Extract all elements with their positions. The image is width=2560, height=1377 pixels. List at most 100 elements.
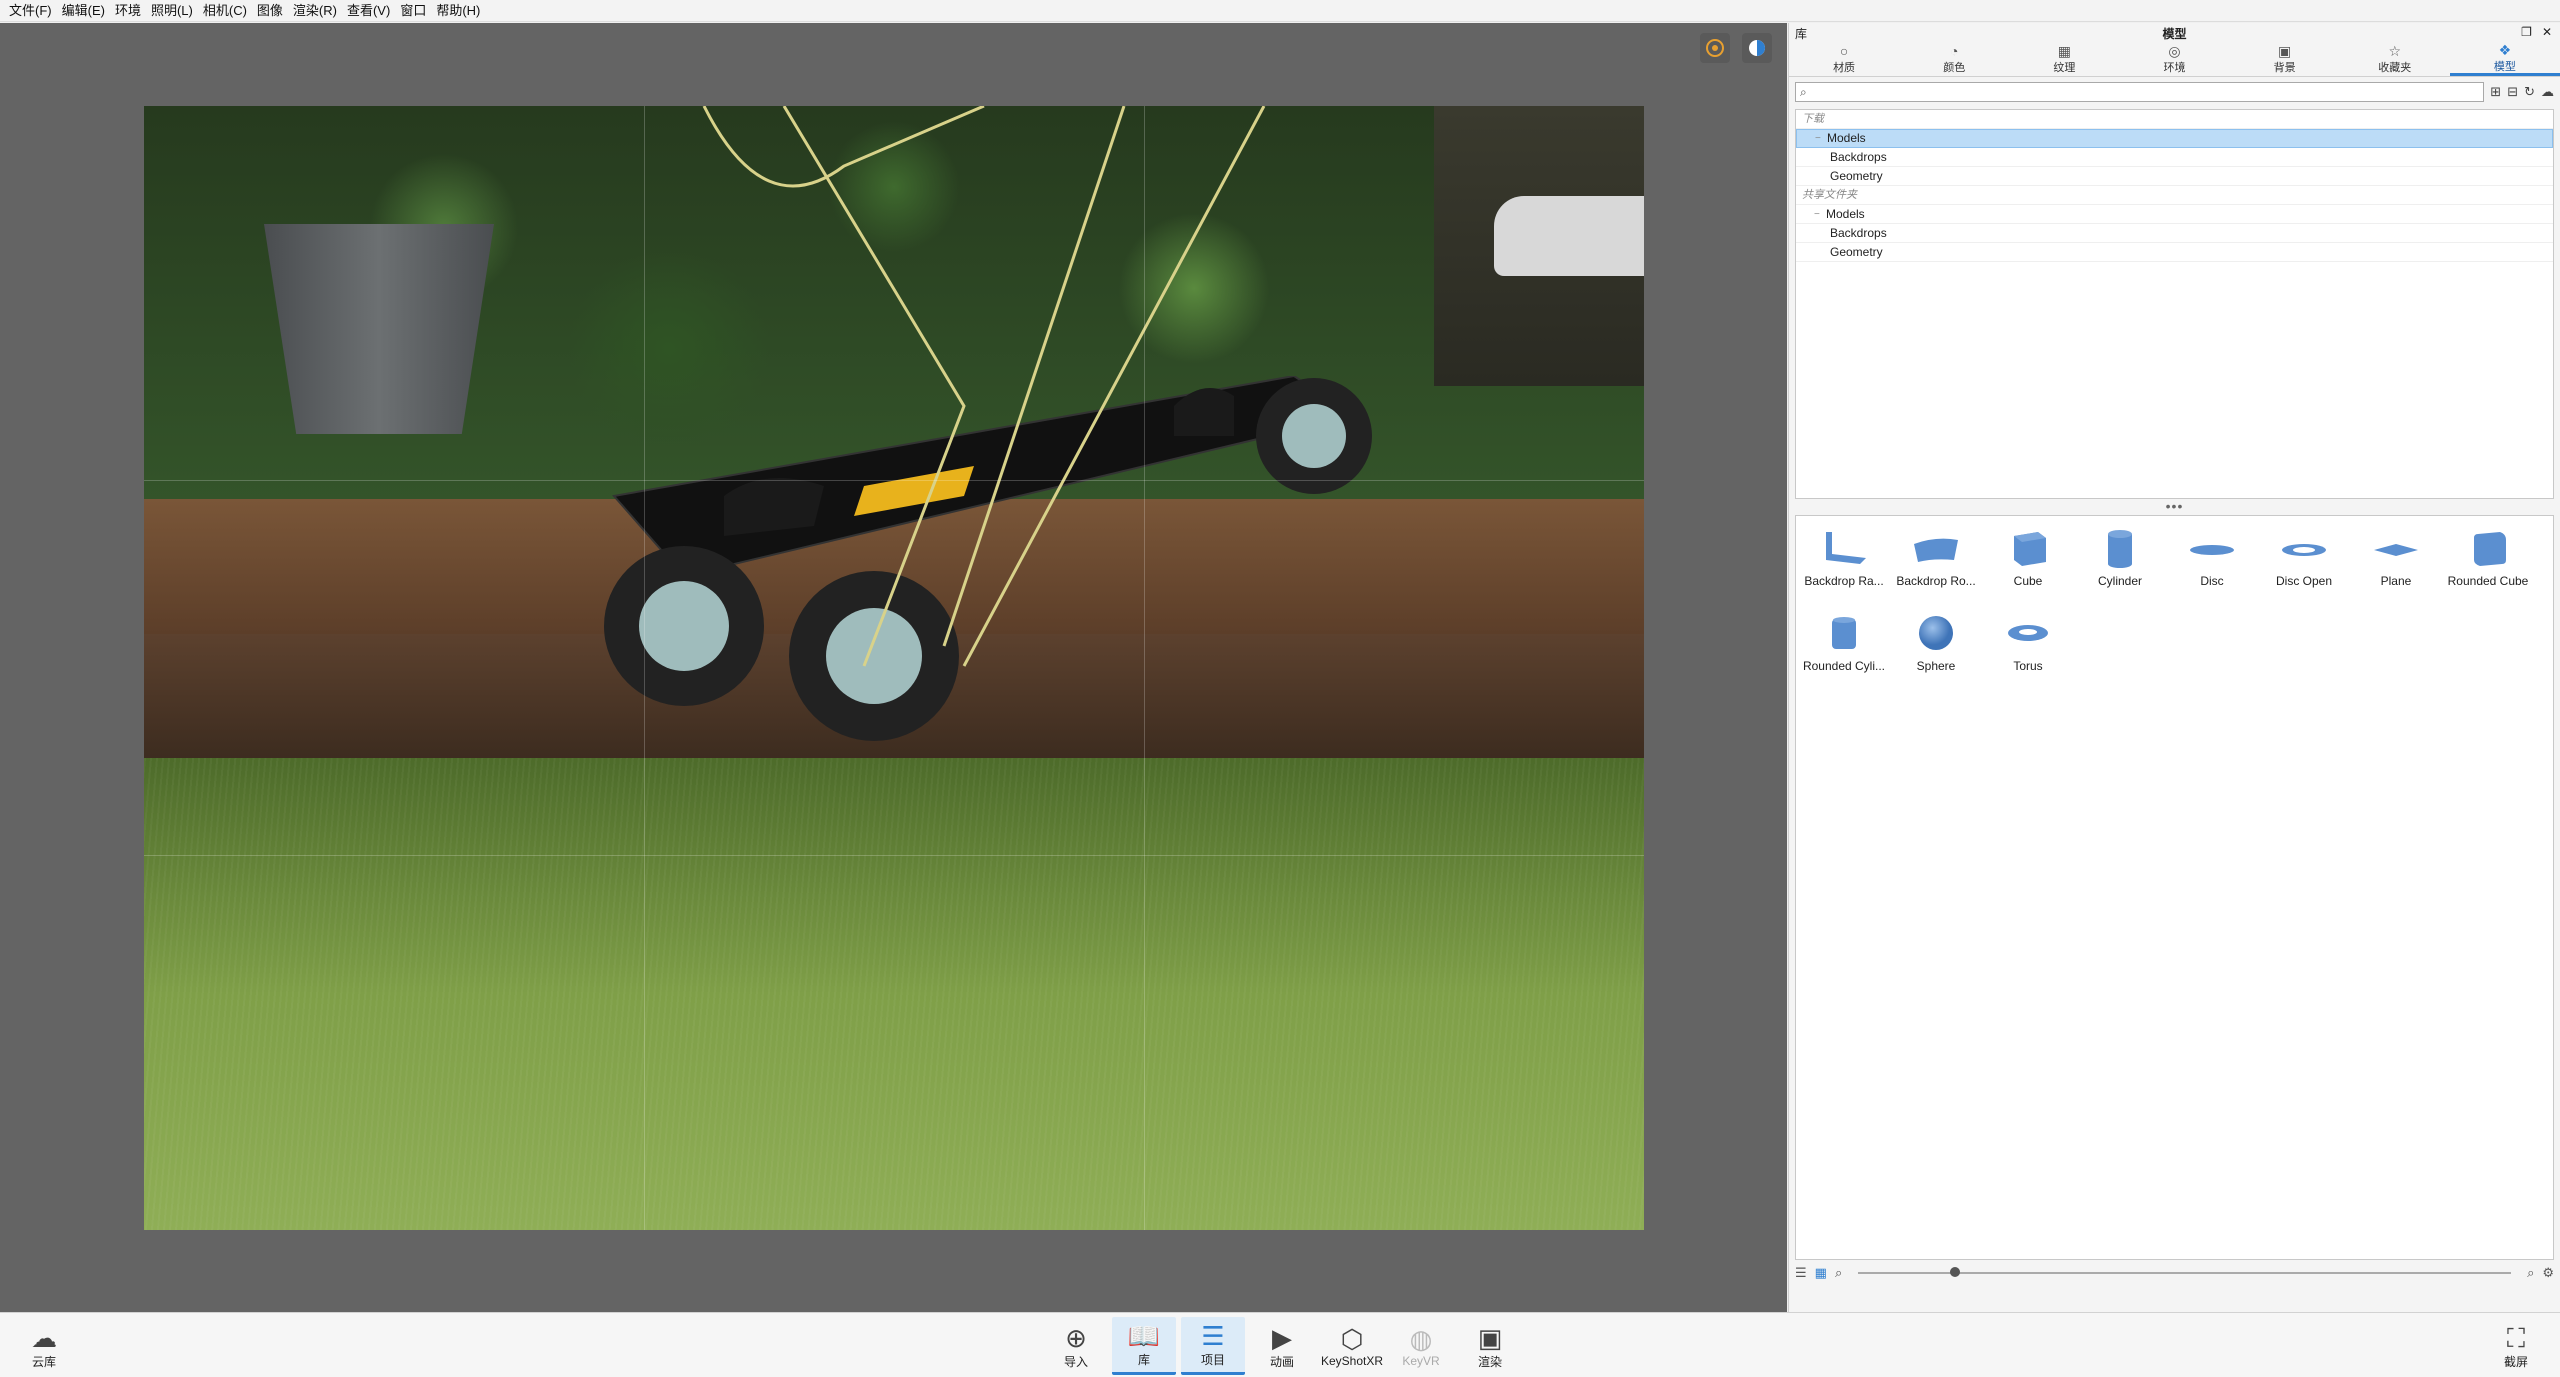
tree-section-shared: 共享文件夹 xyxy=(1796,186,2553,205)
composition-guide-v1 xyxy=(644,106,645,1230)
screenshot-icon: ⛶ xyxy=(2506,1322,2526,1353)
thumbnail-size-slider[interactable] xyxy=(1858,1267,2512,1277)
rounded-cube-icon xyxy=(2474,532,2506,566)
library-tabs: ○ 材质 ◔ 颜色 ▦ 纹理 ◎ 环境 ▣ 背景 ☆ 收藏夹 ❖ 模型 xyxy=(1789,41,2560,77)
tree-item-backdrops[interactable]: Backdrops xyxy=(1796,148,2553,167)
library-button[interactable]: 📖 库 xyxy=(1112,1317,1176,1375)
model-item[interactable]: Disc Open xyxy=(2258,524,2350,609)
menu-image[interactable]: 图像 xyxy=(252,0,288,22)
render-icon: ▣ xyxy=(1477,1322,1503,1353)
tree-section-downloads: 下载 xyxy=(1796,110,2553,129)
model-item[interactable]: Backdrop Ro... xyxy=(1890,524,1982,609)
menu-lighting[interactable]: 照明(L) xyxy=(146,0,198,22)
performance-icon xyxy=(1706,39,1724,57)
composition-guide-h2 xyxy=(144,855,1644,856)
screenshot-button[interactable]: ⛶ 截屏 xyxy=(2484,1317,2548,1375)
disc-open-icon xyxy=(2282,544,2326,556)
folder-tree: 下载 − Models Backdrops Geometry 共享文件夹 − Mod… xyxy=(1795,109,2554,499)
cloud-library-button[interactable]: ☁ 云库 xyxy=(12,1317,76,1375)
cloud-sync-icon[interactable]: ☁ xyxy=(2541,84,2554,100)
model-item[interactable]: Rounded Cube xyxy=(2442,524,2534,609)
collapse-icon[interactable]: − xyxy=(1814,205,1826,224)
play-icon: ▶ xyxy=(1272,1322,1292,1353)
menu-camera[interactable]: 相机(C) xyxy=(198,0,252,22)
performance-mode-button[interactable] xyxy=(1700,33,1730,63)
sphere-icon: ○ xyxy=(1839,43,1849,59)
slider-knob[interactable] xyxy=(1949,1267,1960,1277)
denoise-toggle-button[interactable] xyxy=(1742,33,1772,63)
kite-lines xyxy=(702,106,1266,667)
model-item[interactable]: Backdrop Ra... xyxy=(1798,524,1890,609)
checker-icon: ▦ xyxy=(2057,43,2071,59)
close-icon[interactable]: ✕ xyxy=(2542,25,2552,39)
library-panel-header: 库 模型 ❐ ✕ xyxy=(1789,23,2560,43)
zoom-in-icon[interactable]: ⌕ xyxy=(2527,1265,2534,1281)
import-icon: ⊕ xyxy=(1065,1322,1087,1353)
library-panel: 库 模型 ❐ ✕ ○ 材质 ◔ 颜色 ▦ 纹理 ◎ 环境 ▣ 背景 ☆ 收藏夹 ❖ 模型 ⌕ … xyxy=(1788,23,2560,1312)
book-icon: 📖 xyxy=(1127,1321,1161,1351)
library-footer: ☰ ▦ ⌕ ⌕ ⚙ xyxy=(1789,1260,2560,1286)
keyvr-button[interactable]: ◍ KeyVR xyxy=(1389,1317,1453,1375)
model-item[interactable]: Torus xyxy=(1982,609,2074,694)
search-input[interactable]: ⌕ xyxy=(1795,82,2485,102)
menu-window[interactable]: 窗口 xyxy=(395,0,431,22)
list-icon: ☰ xyxy=(1201,1321,1225,1351)
tab-backplates[interactable]: ▣ 背景 xyxy=(2230,43,2340,76)
tree-item-backdrops-shared[interactable]: Backdrops xyxy=(1796,224,2553,243)
render-button[interactable]: ▣ 渲染 xyxy=(1458,1317,1522,1375)
model-item[interactable]: Disc xyxy=(2166,524,2258,609)
menu-file[interactable]: 文件(F) xyxy=(4,0,57,22)
menu-environment[interactable]: 环境 xyxy=(110,0,146,22)
tab-colors[interactable]: ◔ 颜色 xyxy=(1899,43,2009,76)
cubes-icon: ❖ xyxy=(2498,41,2512,58)
palette-icon: ◔ xyxy=(1949,43,1959,59)
menu-edit[interactable]: 编辑(E) xyxy=(57,0,110,22)
half-circle-icon xyxy=(1749,40,1765,56)
torus-icon xyxy=(2008,625,2048,641)
grid-view-icon[interactable]: ▦ xyxy=(1815,1265,1827,1281)
folder-settings-icon[interactable]: ⚙ xyxy=(2542,1265,2554,1281)
composition-guide-v2 xyxy=(1144,106,1145,1230)
zoom-out-icon[interactable]: ⌕ xyxy=(1835,1265,1842,1281)
tab-environments[interactable]: ◎ 环境 xyxy=(2119,43,2229,76)
model-item[interactable]: Plane xyxy=(2350,524,2442,609)
menu-render[interactable]: 渲染(R) xyxy=(288,0,342,22)
tree-item-geometry[interactable]: Geometry xyxy=(1796,167,2553,186)
plane-icon xyxy=(2374,544,2418,556)
library-title: 模型 xyxy=(2162,26,2187,41)
tab-materials[interactable]: ○ 材质 xyxy=(1789,43,1899,76)
menu-help[interactable]: 帮助(H) xyxy=(431,0,485,22)
backdrop-icon xyxy=(1826,532,1866,564)
tab-textures[interactable]: ▦ 纹理 xyxy=(2009,43,2119,76)
model-item[interactable]: Cylinder xyxy=(2074,524,2166,609)
sphere-model-icon xyxy=(1919,616,1953,650)
refresh-icon[interactable]: ↻ xyxy=(2524,84,2535,100)
float-window-icon[interactable]: ❐ xyxy=(2521,25,2532,39)
tab-favorites[interactable]: ☆ 收藏夹 xyxy=(2340,43,2450,76)
tree-item-geometry-shared[interactable]: Geometry xyxy=(1796,243,2553,262)
render-viewport[interactable] xyxy=(0,23,1787,1312)
menu-view[interactable]: 查看(V) xyxy=(342,0,395,22)
cube-icon xyxy=(2014,532,2046,566)
tree-item-models[interactable]: − Models xyxy=(1796,129,2553,148)
import-button[interactable]: ⊕ 导入 xyxy=(1044,1317,1108,1375)
tree-item-models-shared[interactable]: − Models xyxy=(1796,205,2553,224)
model-item[interactable]: Rounded Cyli... xyxy=(1798,609,1890,694)
tab-models[interactable]: ❖ 模型 xyxy=(2449,41,2560,76)
project-button[interactable]: ☰ 项目 xyxy=(1181,1317,1245,1375)
collapse-icon[interactable]: − xyxy=(1815,129,1827,148)
model-item[interactable]: Sphere xyxy=(1890,609,1982,694)
globe-icon: ◎ xyxy=(2168,43,2181,59)
keyshotxr-button[interactable]: ⬡ KeyShotXR xyxy=(1320,1317,1384,1375)
cylinder-icon xyxy=(2108,530,2132,568)
cube-3d-icon: ⬡ xyxy=(1340,1324,1364,1354)
search-icon: ⌕ xyxy=(1800,84,1807,99)
list-view-icon[interactable]: ☰ xyxy=(1795,1265,1807,1281)
model-item[interactable]: Cube xyxy=(1982,524,2074,609)
animation-button[interactable]: ▶ 动画 xyxy=(1250,1317,1314,1375)
add-folder-icon[interactable]: ⊞ xyxy=(2490,84,2501,100)
remove-folder-icon[interactable]: ⊟ xyxy=(2507,84,2518,100)
model-thumbnail-grid: Backdrop Ra... Backdrop Ro... Cube Cylin… xyxy=(1795,515,2554,1260)
menu-bar: 文件(F) 编辑(E) 环境 照明(L) 相机(C) 图像 渲染(R) 查看(V… xyxy=(0,0,2560,22)
panel-splitter[interactable]: ••• xyxy=(1789,499,2560,515)
